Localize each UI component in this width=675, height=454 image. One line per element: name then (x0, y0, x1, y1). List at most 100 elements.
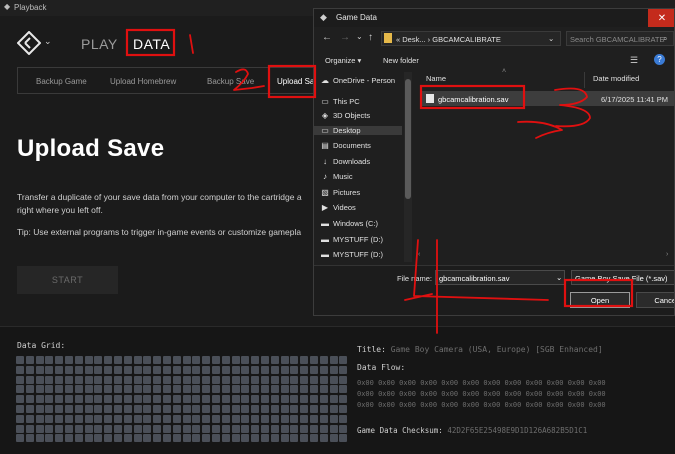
grid-cell (339, 404, 348, 413)
start-button[interactable]: START (17, 266, 118, 294)
help-icon[interactable]: ? (654, 54, 665, 65)
nav-item[interactable]: ▤ Documents (320, 141, 371, 150)
address-bar[interactable]: « Desk... › GBCAMCALIBRATE ⌄ (381, 31, 561, 46)
grid-cell (280, 434, 289, 443)
grid-cell (290, 424, 299, 433)
grid-cell (300, 395, 309, 404)
cancel-button[interactable]: Cancel (636, 292, 674, 308)
grid-cell (270, 404, 279, 413)
subtab-backup-save[interactable]: Backup Save (207, 77, 254, 86)
nav-item[interactable]: ▧ Pictures (320, 188, 360, 197)
close-button[interactable]: ✕ (648, 9, 674, 27)
nav-item[interactable]: ▭ Desktop (314, 126, 402, 135)
grid-cell (113, 375, 122, 384)
nav-tab-data[interactable]: DATA (133, 36, 170, 52)
chevron-down-icon[interactable]: ⌄ (356, 32, 363, 41)
nav-pane-scroll-thumb[interactable] (405, 79, 411, 199)
nav-item[interactable]: ▬ MYSTUFF (D:) (320, 250, 383, 259)
subtab-upload-homebrew[interactable]: Upload Homebrew (110, 77, 176, 86)
column-header-date-modified[interactable]: Date modified (593, 74, 639, 83)
grid-cell (241, 424, 250, 433)
grid-cell (94, 375, 103, 384)
nav-item[interactable]: ▬ MYSTUFF (D:) (320, 235, 383, 244)
scroll-right-icon[interactable]: › (666, 251, 668, 258)
subtab-backup-game[interactable]: Backup Game (36, 77, 87, 86)
folder-icon (384, 33, 392, 43)
grid-cell (64, 356, 73, 364)
grid-cell (123, 365, 132, 374)
grid-cell (94, 365, 103, 374)
grid-cell (309, 414, 318, 423)
nav-item[interactable]: ♪ Music (320, 172, 353, 181)
view-options-icon[interactable]: ☰ (630, 55, 638, 66)
nav-item-label: MYSTUFF (D:) (333, 235, 383, 244)
grid-cell (300, 385, 309, 394)
up-arrow-icon[interactable]: ↑ (368, 32, 373, 43)
search-input[interactable]: Search GBCAMCALIBRATE ⌕ (566, 31, 674, 46)
grid-cell (162, 414, 171, 423)
grid-cell (94, 404, 103, 413)
nav-item[interactable]: ▭ This PC (320, 97, 359, 106)
scroll-left-icon[interactable]: ‹ (418, 251, 420, 258)
nav-item-icon: ▶ (321, 203, 329, 212)
grid-cell (162, 434, 171, 443)
nav-item-icon: ▬ (321, 235, 329, 244)
file-row[interactable]: gbcamcalibration.sav 6/17/2025 11:41 PM (422, 91, 674, 106)
open-button[interactable]: Open (570, 292, 630, 308)
grid-cell (74, 395, 83, 404)
grid-cell (221, 385, 230, 394)
search-icon: ⌕ (663, 34, 668, 43)
organize-menu[interactable]: Organize ▾ (325, 56, 361, 65)
nav-item[interactable]: ↓ Downloads (320, 157, 370, 166)
dialog-title: Game Data (336, 13, 377, 22)
nav-item-icon: ▭ (321, 97, 329, 106)
column-separator[interactable] (584, 72, 585, 88)
forward-arrow-icon[interactable]: → (340, 32, 350, 43)
nav-item[interactable]: ◈ 3D Objects (320, 111, 370, 120)
back-arrow-icon[interactable]: ← (322, 32, 332, 43)
grid-cell (231, 424, 240, 433)
grid-cell (74, 375, 83, 384)
app-logo-icon[interactable] (17, 31, 41, 55)
horizontal-scrollbar[interactable]: ‹ › (414, 251, 674, 262)
grid-cell (162, 424, 171, 433)
nav-item[interactable]: ▶ Videos (320, 203, 356, 212)
grid-cell (270, 424, 279, 433)
chevron-down-icon[interactable]: ⌄ (548, 34, 554, 43)
grid-cell (104, 375, 113, 384)
file-name-input[interactable]: gbcamcalibration.sav ⌄ (435, 270, 565, 285)
grid-cell (16, 424, 24, 433)
grid-cell (45, 404, 54, 413)
grid-cell (45, 424, 54, 433)
description-line-1: Transfer a duplicate of your save data f… (17, 192, 302, 202)
grid-cell (153, 404, 162, 413)
new-folder-button[interactable]: New folder (383, 56, 419, 65)
nav-item[interactable]: ☁ OneDrive - Person (320, 76, 395, 85)
grid-cell (309, 375, 318, 384)
grid-cell (192, 356, 201, 364)
grid-cell (319, 365, 328, 374)
grid-cell (221, 434, 230, 443)
grid-cell (153, 434, 162, 443)
grid-cell (339, 385, 348, 394)
nav-item[interactable]: ▬ Windows (C:) (320, 219, 378, 228)
grid-cell (309, 385, 318, 394)
grid-cell (202, 424, 211, 433)
grid-cell (221, 404, 230, 413)
app-icon: ◆ (4, 2, 11, 11)
column-header-name[interactable]: Name (426, 74, 446, 83)
grid-cell (104, 404, 113, 413)
grid-cell (319, 356, 328, 364)
chevron-down-icon[interactable]: ⌄ (556, 273, 562, 282)
nav-tab-play[interactable]: PLAY (81, 36, 118, 52)
grid-cell (143, 395, 152, 404)
chevron-down-icon[interactable]: ⌄ (44, 36, 52, 47)
grid-cell (202, 434, 211, 443)
grid-cell (202, 365, 211, 374)
grid-cell (113, 395, 122, 404)
file-type-select[interactable]: Game Boy Save File (*.sav) (571, 270, 674, 285)
grid-cell (270, 395, 279, 404)
grid-cell (202, 375, 211, 384)
grid-cell (192, 414, 201, 423)
grid-cell (300, 375, 309, 384)
